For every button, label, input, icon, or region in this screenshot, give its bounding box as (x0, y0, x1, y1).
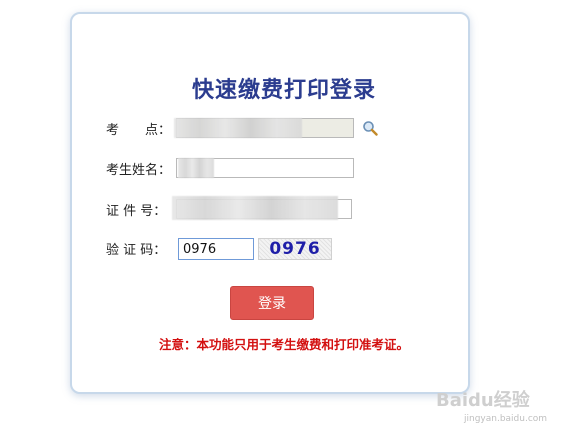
captcha-input-value: 0976 (183, 241, 217, 257)
redacted-blur (178, 158, 214, 178)
login-button[interactable]: 登录 (230, 286, 314, 320)
id-row: 证 件 号： (106, 198, 178, 220)
login-button-label: 登录 (258, 296, 286, 312)
captcha-image-text: 0976 (269, 239, 321, 259)
exam-site-row: 考 点： (106, 117, 178, 139)
captcha-input[interactable]: 0976 (178, 238, 254, 260)
watermark-logo: Baidu经验 (436, 390, 530, 411)
name-label: 考生姓名： (106, 162, 172, 178)
captcha-label: 验 证 码： (106, 242, 167, 258)
search-icon[interactable] (362, 120, 378, 136)
redacted-blur (172, 196, 338, 220)
name-row: 考生姓名： (106, 157, 178, 179)
id-label: 证 件 号： (106, 203, 167, 219)
watermark-url: jingyan.baidu.com (464, 414, 548, 424)
redacted-blur (174, 118, 302, 138)
notice-text: 注意：本功能只用于考生缴费和打印准考证。 (158, 337, 409, 352)
page-title: 快速缴费打印登录 (191, 78, 376, 103)
captcha-image[interactable]: 0976 (258, 238, 332, 260)
exam-site-label: 考 点： (106, 122, 172, 138)
captcha-row: 验 证 码： (106, 237, 178, 259)
